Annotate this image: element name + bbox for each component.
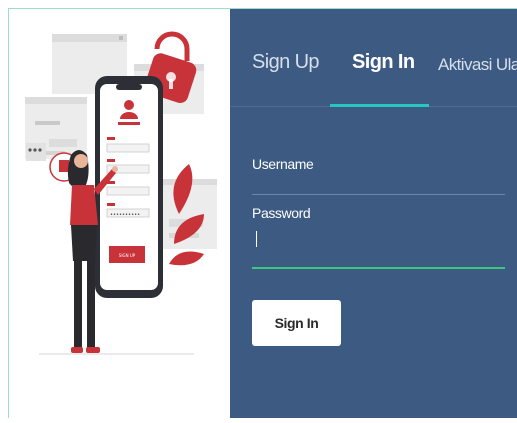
auth-tabs: Sign Up Sign In Aktivasi Ulang: [230, 9, 517, 107]
tab-sign-up[interactable]: Sign Up: [252, 51, 320, 74]
tab-sign-in[interactable]: Sign In: [352, 51, 415, 74]
password-field: Password: [252, 205, 505, 269]
username-input[interactable]: [252, 168, 505, 190]
password-label: Password: [252, 205, 311, 221]
password-input[interactable]: [252, 241, 505, 263]
phone-signup-button-label: SIGN UP: [119, 253, 136, 258]
sign-in-button[interactable]: Sign In: [252, 300, 341, 346]
active-tab-indicator: [330, 104, 429, 107]
tab-aktivasi-ulang[interactable]: Aktivasi Ulang: [438, 55, 517, 75]
auth-panel: Sign Up Sign In Aktivasi Ulang Username …: [230, 9, 517, 418]
username-field: Username: [252, 156, 505, 195]
login-illustration: •••••••••• SIGN UP: [9, 9, 230, 418]
illustration-graphic: •••••••••• SIGN UP: [25, 31, 217, 355]
svg-text:••••••••••: ••••••••••: [110, 212, 140, 218]
